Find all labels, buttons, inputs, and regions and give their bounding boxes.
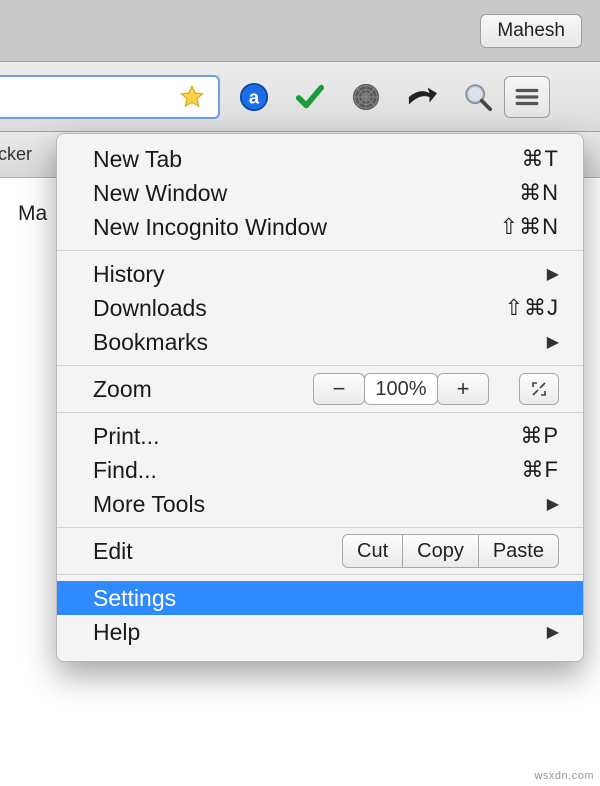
menu-label: Find... (93, 457, 522, 484)
menu-item-new-incognito[interactable]: New Incognito Window ⇧⌘N (57, 210, 583, 244)
menu-group-settings: Settings Help ▶ (57, 574, 583, 655)
search-icon[interactable] (462, 81, 494, 113)
menu-item-new-window[interactable]: New Window ⌘N (57, 176, 583, 210)
menu-label: Help (93, 619, 547, 646)
menu-label: Zoom (93, 376, 213, 403)
address-bar[interactable] (0, 75, 220, 119)
menu-label: New Tab (93, 146, 522, 173)
menu-item-downloads[interactable]: Downloads ⇧⌘J (57, 291, 583, 325)
menu-group-window: New Tab ⌘T New Window ⌘N New Incognito W… (57, 134, 583, 250)
menu-item-find[interactable]: Find... ⌘F (57, 453, 583, 487)
menu-icon (514, 84, 540, 110)
menu-shortcut: ⌘F (522, 457, 559, 483)
zoom-in-button[interactable]: + (437, 373, 489, 405)
menu-item-new-tab[interactable]: New Tab ⌘T (57, 142, 583, 176)
svg-text:a: a (249, 86, 260, 107)
fullscreen-icon (531, 381, 547, 397)
menu-label: Print... (93, 423, 520, 450)
window-titlebar: Mahesh (0, 0, 600, 62)
spider-icon[interactable] (350, 81, 382, 113)
menu-group-history: History ▶ Downloads ⇧⌘J Bookmarks ▶ (57, 250, 583, 365)
menu-label: Edit (93, 538, 193, 565)
chevron-right-icon: ▶ (547, 264, 559, 284)
menu-item-edit: Edit Cut Copy Paste (57, 534, 583, 568)
menu-group-edit: Edit Cut Copy Paste (57, 527, 583, 574)
menu-shortcut: ⌘P (520, 423, 559, 449)
menu-label: Bookmarks (93, 329, 547, 356)
menu-label: More Tools (93, 491, 547, 518)
paste-button[interactable]: Paste (478, 534, 559, 568)
menu-group-zoom: Zoom − 100% + (57, 365, 583, 412)
menu-label: History (93, 261, 547, 288)
menu-item-print[interactable]: Print... ⌘P (57, 419, 583, 453)
main-menu-dropdown: New Tab ⌘T New Window ⌘N New Incognito W… (56, 133, 584, 662)
page-text-cut: Ma (18, 202, 47, 225)
checkmark-icon[interactable] (294, 81, 326, 113)
menu-shortcut: ⌘N (519, 180, 559, 206)
menu-item-more-tools[interactable]: More Tools ▶ (57, 487, 583, 521)
toolbar-icons: a (238, 81, 494, 113)
star-icon[interactable] (176, 81, 208, 113)
a-badge-icon[interactable]: a (238, 81, 270, 113)
browser-toolbar: a (0, 62, 600, 132)
menu-label: Downloads (93, 295, 505, 322)
menu-shortcut: ⇧⌘J (505, 295, 559, 321)
user-profile-button[interactable]: Mahesh (480, 14, 582, 48)
menu-item-help[interactable]: Help ▶ (57, 615, 583, 649)
fullscreen-button[interactable] (519, 373, 559, 405)
menu-item-bookmarks[interactable]: Bookmarks ▶ (57, 325, 583, 359)
menu-shortcut: ⌘T (522, 146, 559, 172)
chevron-right-icon: ▶ (547, 332, 559, 352)
menu-item-zoom: Zoom − 100% + (57, 372, 583, 406)
menu-label: New Incognito Window (93, 214, 500, 241)
zoom-value: 100% (364, 373, 438, 405)
main-menu-button[interactable] (504, 76, 550, 118)
tab-label-cut[interactable]: cker (0, 144, 42, 165)
zoom-out-button[interactable]: − (313, 373, 365, 405)
menu-group-tools: Print... ⌘P Find... ⌘F More Tools ▶ (57, 412, 583, 527)
cut-button[interactable]: Cut (342, 534, 403, 568)
menu-label: New Window (93, 180, 519, 207)
chevron-right-icon: ▶ (547, 494, 559, 514)
edit-buttons: Cut Copy Paste (342, 534, 559, 568)
zoom-controls: − 100% + (313, 373, 559, 405)
share-icon[interactable] (406, 81, 438, 113)
menu-item-settings[interactable]: Settings (57, 581, 583, 615)
menu-shortcut: ⇧⌘N (500, 214, 559, 240)
chevron-right-icon: ▶ (547, 622, 559, 642)
menu-label: Settings (93, 585, 559, 612)
copy-button[interactable]: Copy (403, 534, 478, 568)
menu-item-history[interactable]: History ▶ (57, 257, 583, 291)
watermark: wsxdn.com (534, 770, 594, 782)
